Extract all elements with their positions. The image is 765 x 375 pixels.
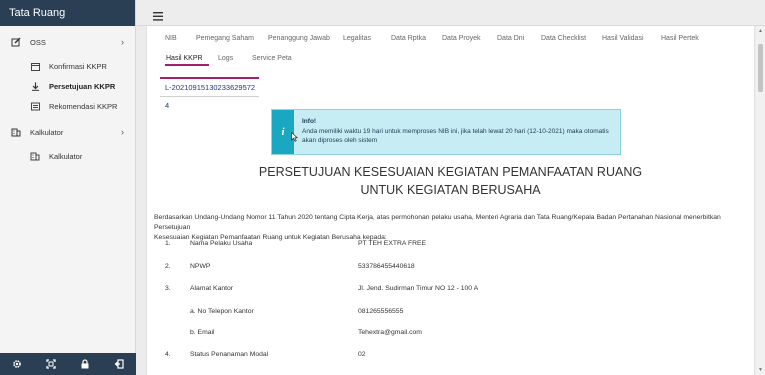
hamburger-menu-icon[interactable] — [153, 8, 163, 21]
active-tab-indicator — [165, 64, 209, 66]
field-number: 2. — [165, 263, 171, 270]
alert-text-line2: akan diproses oleh sistem — [302, 137, 378, 144]
chevron-right-icon: › — [121, 37, 124, 47]
app-title: Tata Ruang — [0, 0, 135, 26]
sidebar-item-label: Kalkulator — [49, 151, 83, 161]
field-number: 4. — [165, 351, 171, 358]
tab-logs[interactable]: Logs — [218, 55, 233, 62]
vertical-scrollbar[interactable]: ▲ ▼ — [756, 26, 765, 375]
intro-line1: Berdasarkan Undang-Undang Nomor 11 Tahun… — [154, 214, 721, 231]
fullscreen-icon[interactable] — [45, 358, 57, 370]
document-title-line2: UNTUK KEGIATAN BERUSAHA — [360, 183, 541, 197]
scrollbar-thumb[interactable] — [758, 44, 763, 92]
field-label: Status Penanaman Modal — [190, 351, 269, 358]
tab-data-rptka[interactable]: Data Rptka — [391, 35, 426, 42]
alert-text-line1: Anda memiliki waktu 19 hari untuk mempro… — [302, 128, 609, 135]
tab-hasil-pertek[interactable]: Hasil Pertek — [661, 35, 699, 42]
subtab-kkpr-number[interactable]: L-20210915130233629572 4 — [160, 77, 259, 110]
sidebar-item-label: Persetujuan KKPR — [49, 81, 116, 91]
building-icon — [30, 151, 40, 161]
field-value: 02 — [358, 351, 366, 358]
sidebar-nav: OSS › Konfirmasi KKPR Persetujuan KKPR R… — [0, 26, 135, 166]
tab-nib[interactable]: NIB — [165, 35, 177, 42]
field-label: Nama Pelaku Usaha — [190, 240, 253, 247]
tab-service-peta[interactable]: Service Peta — [252, 55, 292, 62]
sidebar-item-oss[interactable]: OSS › — [0, 32, 135, 52]
sidebar-item-kalkulator[interactable]: Kalkulator › — [0, 122, 135, 142]
field-label: b. Email — [190, 329, 215, 336]
sidebar: Tata Ruang OSS › Konfirmasi KKPR Persetu… — [0, 0, 136, 375]
alert-body: Info! Anda memiliki waktu 19 hari untuk … — [294, 110, 617, 154]
sidebar-item-persetujuan-kkpr[interactable]: Persetujuan KKPR — [0, 76, 135, 96]
tab-pemegang-saham[interactable]: Pemegang Saham — [196, 35, 254, 42]
tab-bar: NIB Pemegang Saham Penanggung Jawab Lega… — [147, 26, 754, 70]
info-alert: i Info! Anda memiliki waktu 19 hari untu… — [271, 109, 621, 155]
sidebar-item-label: Konfirmasi KKPR — [49, 61, 107, 71]
tab-hasil-validasi[interactable]: Hasil Validasi — [602, 35, 644, 42]
sidebar-item-kalkulator-sub[interactable]: Kalkulator — [0, 146, 135, 166]
edit-icon — [11, 37, 21, 47]
sidebar-item-label: Rekomendasi KKPR — [49, 101, 118, 111]
sidebar-item-rekomendasi-kkpr[interactable]: Rekomendasi KKPR — [0, 96, 135, 116]
field-value: Tehextra@gmail.com — [358, 329, 422, 336]
field-number: 1. — [165, 240, 171, 247]
field-value: Jl. Jend. Sudirman Timur NO 12 - 100 A — [358, 285, 479, 292]
tab-hasil-kkpr[interactable]: Hasil KKPR — [166, 55, 203, 62]
tab-data-dni[interactable]: Data Dni — [497, 35, 524, 42]
scroll-up-arrow-icon[interactable]: ▲ — [758, 28, 763, 34]
tab-legalitas[interactable]: Legalitas — [343, 35, 371, 42]
field-label: a. No Telepon Kantor — [190, 308, 254, 315]
list-icon — [30, 101, 40, 111]
tab-penanggung-jawab[interactable]: Penanggung Jawab — [268, 35, 330, 42]
field-number: 3. — [165, 285, 171, 292]
tab-data-proyek[interactable]: Data Proyek — [442, 35, 481, 42]
field-value: PT TEH EXTRA FREE — [358, 240, 427, 247]
calendar-icon — [30, 61, 40, 71]
download-icon — [30, 81, 40, 91]
alert-title: Info! — [302, 118, 317, 125]
field-value: 081265556555 — [358, 308, 404, 315]
sidebar-item-konfirmasi-kkpr[interactable]: Konfirmasi KKPR — [0, 56, 135, 76]
field-label: NPWP — [190, 263, 211, 270]
sidebar-item-label: Kalkulator — [30, 127, 64, 137]
scroll-down-arrow-icon[interactable]: ▼ — [758, 367, 763, 373]
field-label: Alamat Kantor — [190, 285, 234, 292]
sidebar-item-label: OSS — [30, 37, 46, 47]
building-icon — [11, 127, 21, 137]
document-title-line1: PERSETUJUAN KESESUAIAN KEGIATAN PEMANFAA… — [258, 165, 643, 179]
document-intro: Berdasarkan Undang-Undang Nomor 11 Tahun… — [154, 213, 744, 243]
main-panel: NIB Pemegang Saham Penanggung Jawab Lega… — [146, 26, 755, 375]
field-value: 533786455440618 — [358, 263, 415, 270]
lock-icon[interactable] — [79, 358, 91, 370]
sidebar-footer — [0, 353, 136, 375]
top-bar — [137, 0, 765, 26]
logout-icon[interactable] — [113, 358, 125, 370]
gear-icon[interactable] — [11, 358, 23, 370]
chevron-right-icon: › — [121, 127, 124, 137]
tab-data-checklist[interactable]: Data Checklist — [541, 35, 586, 42]
mouse-cursor-icon — [291, 129, 299, 147]
